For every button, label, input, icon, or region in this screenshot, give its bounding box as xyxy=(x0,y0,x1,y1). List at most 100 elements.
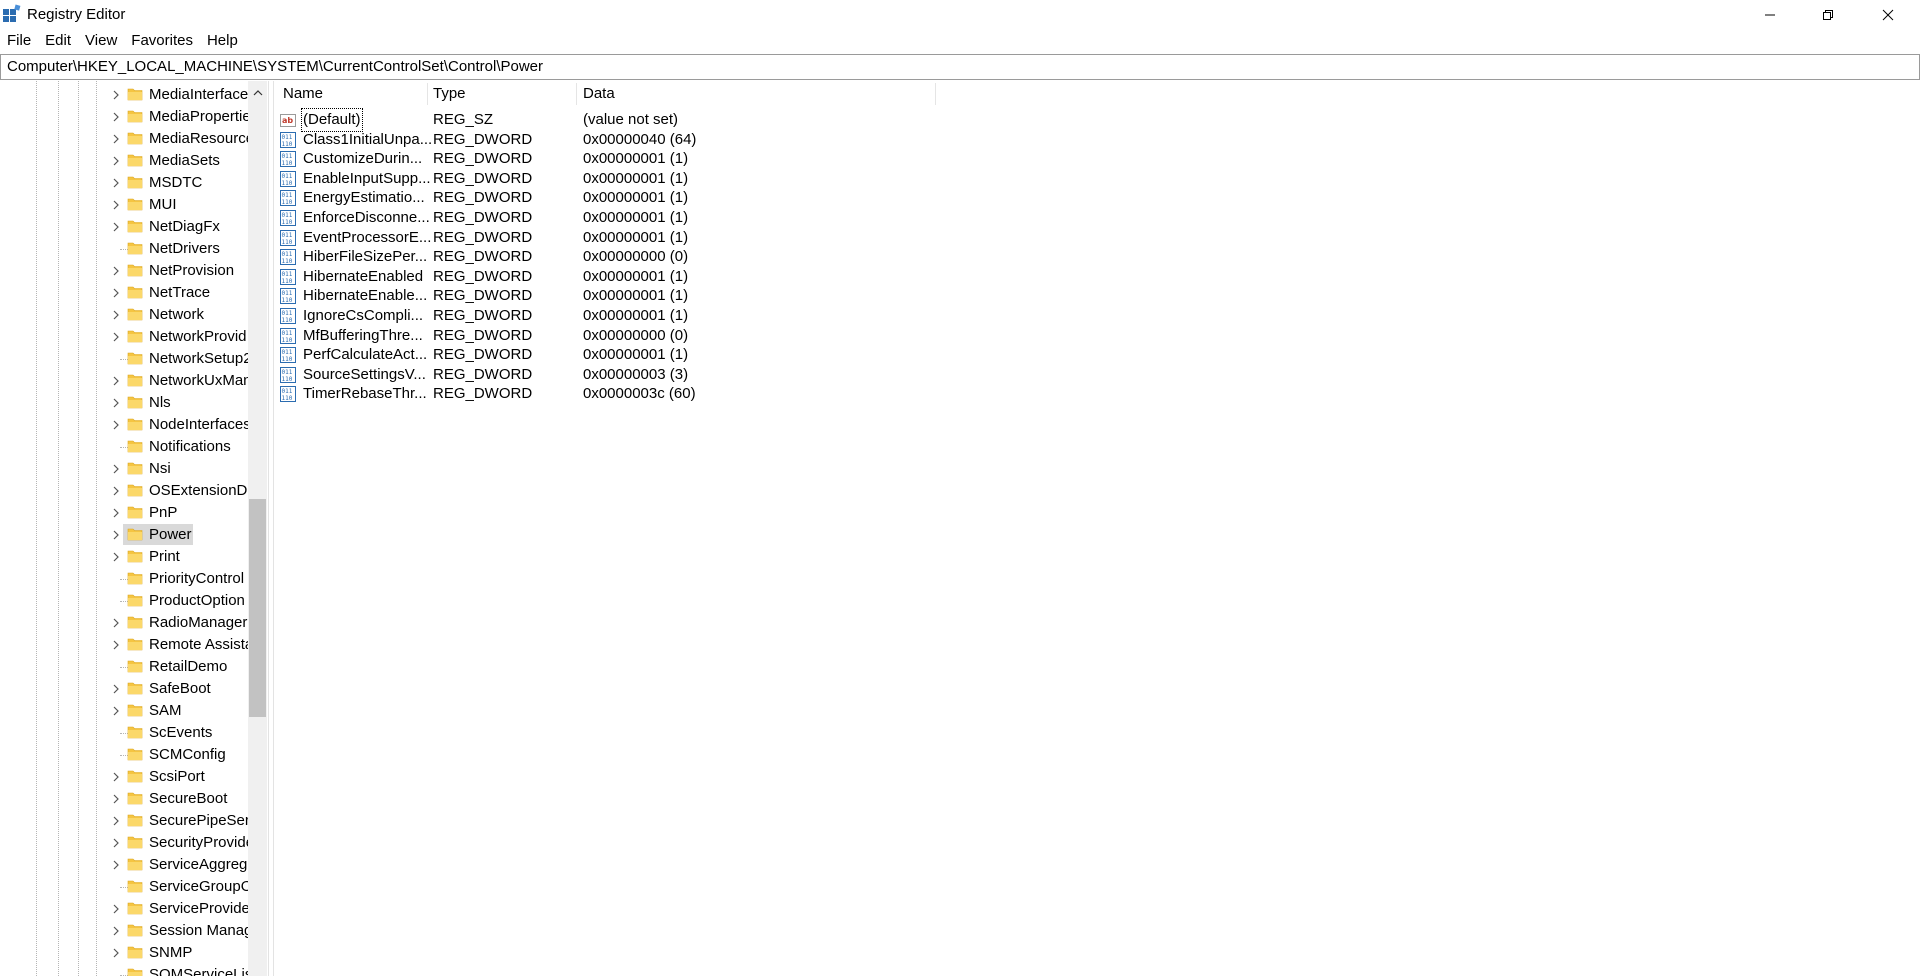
tree-item[interactable]: SafeBoot xyxy=(0,678,248,700)
tree-item-label: SCMConfig xyxy=(149,746,226,763)
tree-item[interactable]: SNMP xyxy=(0,942,248,964)
address-bar[interactable]: Computer\HKEY_LOCAL_MACHINE\SYSTEM\Curre… xyxy=(0,54,1920,80)
column-divider[interactable] xyxy=(935,83,936,105)
chevron-right-icon[interactable] xyxy=(110,793,122,805)
chevron-right-icon[interactable] xyxy=(110,925,122,937)
tree-item[interactable]: Print xyxy=(0,546,248,568)
tree-item[interactable]: SCMConfig xyxy=(0,744,248,766)
tree-item-label: NetDiagFx xyxy=(149,218,220,235)
chevron-right-icon[interactable] xyxy=(110,683,122,695)
tree-item[interactable]: NetTrace xyxy=(0,282,248,304)
chevron-right-icon[interactable] xyxy=(110,265,122,277)
tree-item[interactable]: MUI xyxy=(0,194,248,216)
tree-item[interactable]: SecurePipeServ xyxy=(0,810,257,832)
value-row[interactable]: 011 110 TimerRebaseThr... REG_DWORD 0x000000… xyxy=(276,382,996,406)
svg-text:011: 011 xyxy=(282,192,293,199)
chevron-right-icon[interactable] xyxy=(110,177,122,189)
chevron-right-icon[interactable] xyxy=(110,815,122,827)
chevron-right-icon[interactable] xyxy=(110,639,122,651)
tree-item-label: NetworkSetup2 xyxy=(149,350,252,367)
tree-item[interactable]: MSDTC xyxy=(0,172,248,194)
chevron-right-icon[interactable] xyxy=(110,287,122,299)
chevron-right-icon[interactable] xyxy=(110,463,122,475)
chevron-right-icon[interactable] xyxy=(110,331,122,343)
chevron-right-icon[interactable] xyxy=(110,837,122,849)
tree-item[interactable]: NodeInterfaces xyxy=(0,414,251,436)
tree-item[interactable]: PriorityControl xyxy=(0,568,248,590)
tree-item[interactable]: SQMServiceLis xyxy=(0,964,252,976)
tree-item[interactable]: Session Manag xyxy=(0,920,252,942)
tree-item[interactable]: Power xyxy=(0,524,248,546)
tree-item[interactable]: MediaPropertie xyxy=(0,106,251,128)
chevron-right-icon[interactable] xyxy=(110,529,122,541)
menu-favorites[interactable]: Favorites xyxy=(124,30,200,52)
tree-item[interactable]: SecurityProvide xyxy=(0,832,254,854)
tree-item[interactable]: SecureBoot xyxy=(0,788,248,810)
column-header-name[interactable]: Name xyxy=(283,81,323,106)
tree-item[interactable]: SAM xyxy=(0,700,248,722)
column-divider[interactable] xyxy=(576,83,577,105)
folder-icon xyxy=(127,484,143,497)
chevron-right-icon[interactable] xyxy=(110,419,122,431)
chevron-right-icon[interactable] xyxy=(110,111,122,123)
chevron-right-icon[interactable] xyxy=(110,705,122,717)
tree-item[interactable]: Nls xyxy=(0,392,248,414)
chevron-right-icon[interactable] xyxy=(110,397,122,409)
menu-edit[interactable]: Edit xyxy=(38,30,78,52)
tree-item[interactable]: NetDrivers xyxy=(0,238,248,260)
chevron-right-icon[interactable] xyxy=(110,199,122,211)
tree-item[interactable]: RetailDemo xyxy=(0,656,248,678)
tree-item[interactable]: Network xyxy=(0,304,248,326)
tree-item[interactable]: ServiceGroupO xyxy=(0,876,252,898)
column-divider[interactable] xyxy=(427,83,428,105)
chevron-right-icon[interactable] xyxy=(110,221,122,233)
tree-item[interactable]: ServiceProvide xyxy=(0,898,250,920)
chevron-right-icon[interactable] xyxy=(110,903,122,915)
tree-item[interactable]: MediaSets xyxy=(0,150,248,172)
folder-icon xyxy=(127,176,143,189)
tree-item[interactable]: PnP xyxy=(0,502,248,524)
tree-item[interactable]: NetDiagFx xyxy=(0,216,248,238)
column-header-data[interactable]: Data xyxy=(583,81,615,106)
chevron-right-icon[interactable] xyxy=(110,947,122,959)
scroll-thumb[interactable] xyxy=(249,499,266,717)
tree-item[interactable]: OSExtensionDa xyxy=(0,480,256,502)
tree-item[interactable]: NetworkUxMan xyxy=(0,370,252,392)
address-path[interactable]: Computer\HKEY_LOCAL_MACHINE\SYSTEM\Curre… xyxy=(7,57,543,77)
tree-item[interactable]: ScsiPort xyxy=(0,766,248,788)
chevron-right-icon[interactable] xyxy=(110,771,122,783)
maximize-button[interactable] xyxy=(1799,0,1857,30)
tree-item[interactable]: ProductOption xyxy=(0,590,248,612)
scroll-up-button[interactable] xyxy=(248,81,267,105)
tree-scrollbar[interactable] xyxy=(248,81,267,976)
tree-item[interactable]: Notifications xyxy=(0,436,248,458)
tree-item[interactable]: ServiceAggreg xyxy=(0,854,248,876)
tree-item[interactable]: NetworkSetup2 xyxy=(0,348,252,370)
tree-item[interactable]: NetProvision xyxy=(0,260,248,282)
tree-item[interactable]: MediaResource xyxy=(0,128,254,150)
close-button[interactable] xyxy=(1859,0,1917,30)
menu-file[interactable]: File xyxy=(0,30,38,52)
chevron-right-icon[interactable] xyxy=(110,617,122,629)
minimize-button[interactable] xyxy=(1741,0,1799,30)
chevron-right-icon[interactable] xyxy=(110,89,122,101)
menu-help[interactable]: Help xyxy=(200,30,245,52)
chevron-right-icon[interactable] xyxy=(110,551,122,563)
chevron-right-icon[interactable] xyxy=(110,507,122,519)
tree-item[interactable]: ScEvents xyxy=(0,722,248,744)
chevron-right-icon[interactable] xyxy=(110,859,122,871)
tree-item[interactable]: NetworkProvid xyxy=(0,326,248,348)
menu-view[interactable]: View xyxy=(78,30,124,52)
chevron-right-icon[interactable] xyxy=(110,309,122,321)
column-header-type[interactable]: Type xyxy=(433,81,466,106)
pane-splitter[interactable] xyxy=(268,81,274,976)
folder-icon xyxy=(127,352,143,365)
tree-item[interactable]: RadioManager xyxy=(0,612,248,634)
chevron-right-icon[interactable] xyxy=(110,375,122,387)
chevron-right-icon[interactable] xyxy=(110,485,122,497)
chevron-right-icon[interactable] xyxy=(110,133,122,145)
tree-item[interactable]: Remote Assista xyxy=(0,634,253,656)
tree-item[interactable]: Nsi xyxy=(0,458,248,480)
chevron-right-icon[interactable] xyxy=(110,155,122,167)
tree-item[interactable]: MediaInterface xyxy=(0,84,248,106)
